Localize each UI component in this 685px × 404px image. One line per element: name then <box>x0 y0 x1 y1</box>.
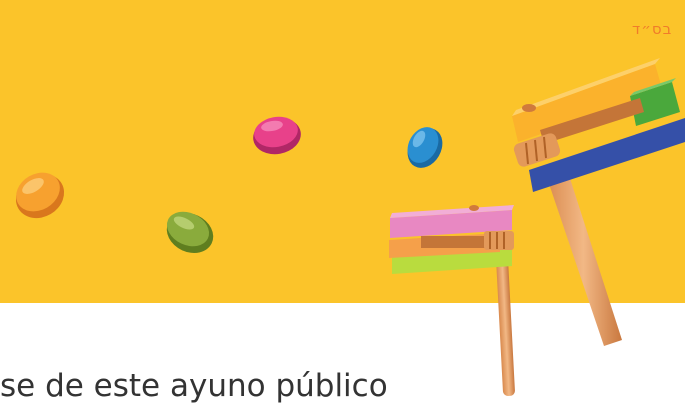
candy-orange-icon <box>15 172 65 219</box>
grogger-small-icon <box>389 205 515 396</box>
candy-pink-icon <box>253 116 301 155</box>
candy-green-icon <box>166 211 214 253</box>
body-caption: se de este ayuno público <box>0 368 388 404</box>
purim-illustration <box>15 58 685 396</box>
candy-blue-icon <box>407 127 443 168</box>
grogger-large-icon <box>512 58 685 346</box>
bsd-header-text: בס״ד <box>632 20 673 38</box>
